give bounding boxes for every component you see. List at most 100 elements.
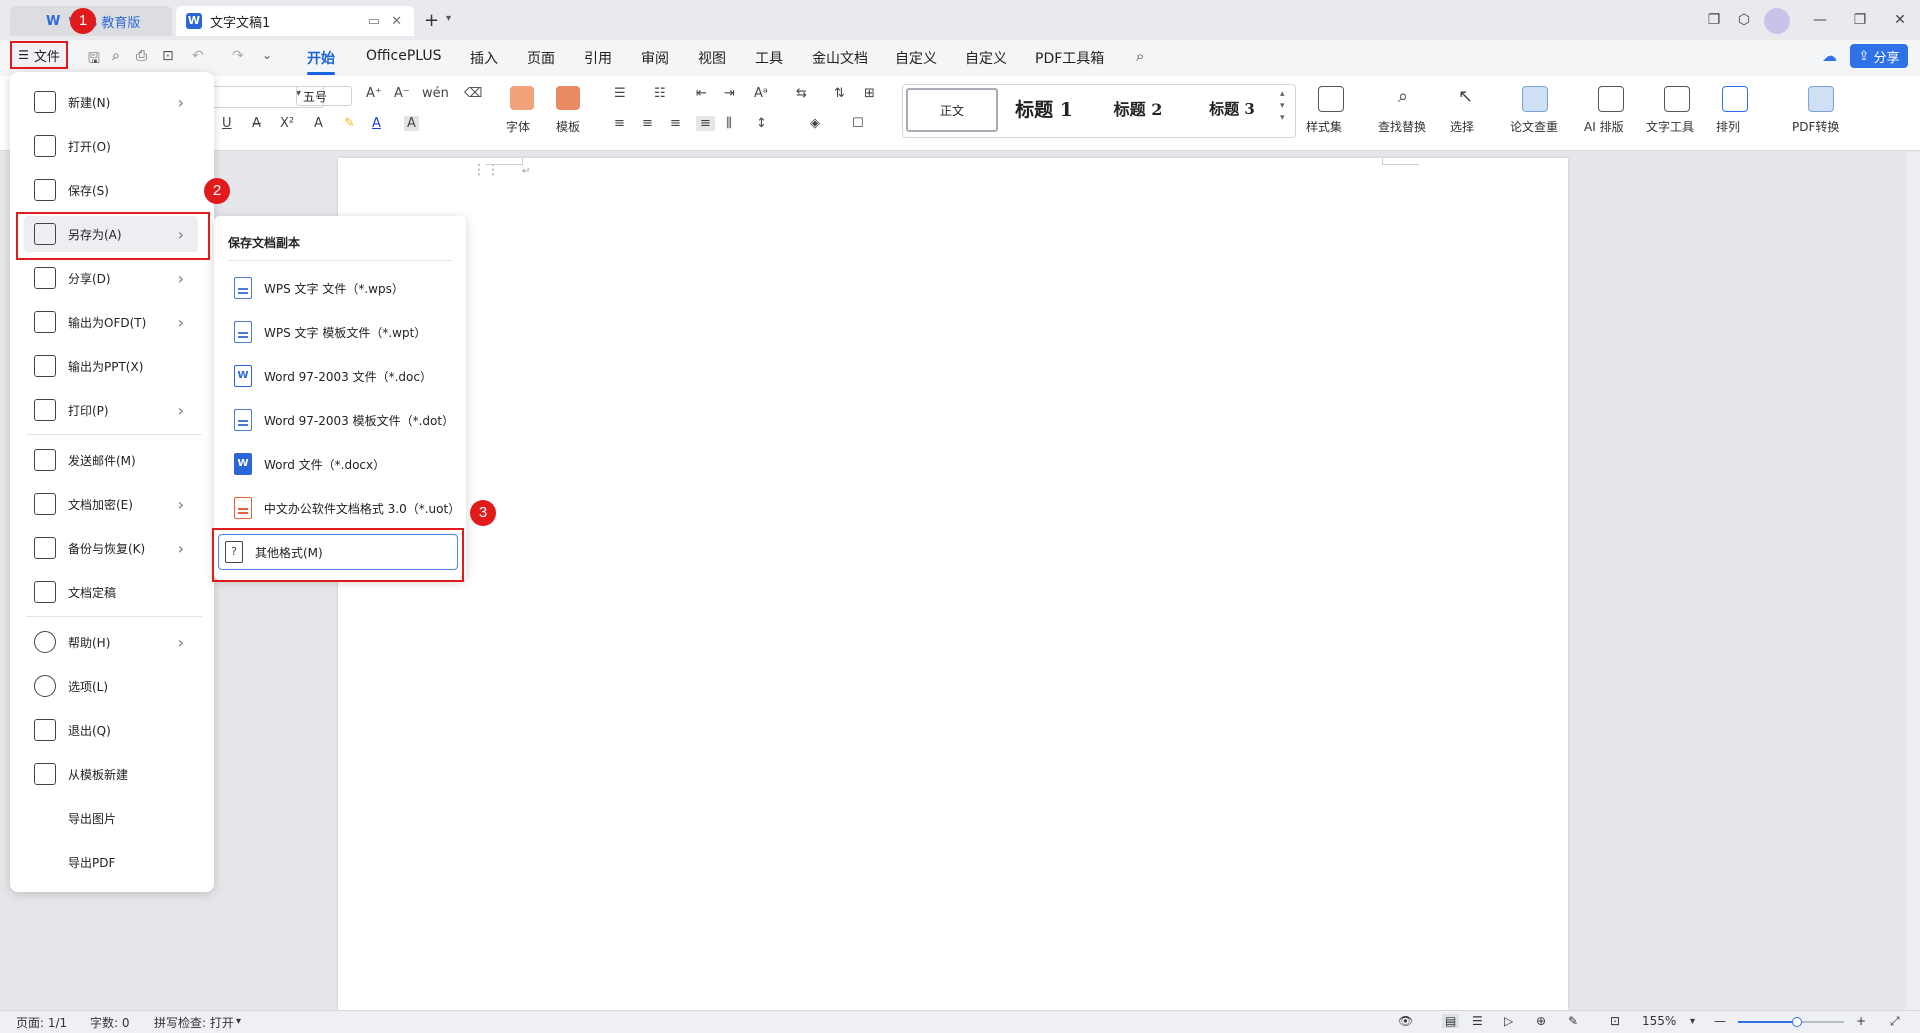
style-scroll-icon[interactable]: ▴ ▾ ▾ bbox=[1280, 88, 1285, 124]
arrange-label[interactable]: 排列 bbox=[1716, 118, 1740, 135]
cube-icon[interactable]: ⬡ bbox=[1732, 8, 1756, 32]
page-count[interactable]: 页面: 1/1 bbox=[16, 1014, 67, 1031]
style-heading-1[interactable]: 标题 1 bbox=[1000, 88, 1088, 128]
tab-officeplus[interactable]: OfficePLUS bbox=[366, 48, 442, 64]
increase-indent-icon[interactable]: ⇥ bbox=[724, 86, 735, 101]
menu-item-export-pdf[interactable]: 导出PDF bbox=[24, 844, 198, 880]
style-heading-3[interactable]: 标题 3 bbox=[1188, 88, 1276, 128]
tab-start[interactable]: 开始 bbox=[307, 48, 335, 75]
save-as-doc[interactable]: W Word 97-2003 文件（*.doc） bbox=[228, 358, 458, 394]
expand-icon[interactable]: ⤢ bbox=[1890, 1014, 1900, 1029]
show-marks-icon[interactable]: ⊞ bbox=[864, 86, 875, 101]
monitor-icon[interactable]: ▭ bbox=[368, 14, 380, 29]
file-menu-button[interactable]: ☰ 文件 bbox=[10, 41, 68, 69]
find-icon[interactable]: ⌕ bbox=[1398, 86, 1408, 107]
vertical-scrollbar[interactable] bbox=[1906, 152, 1920, 1010]
pdf-convert-label[interactable]: PDF转换 bbox=[1792, 118, 1839, 135]
font-color-icon[interactable]: A bbox=[372, 116, 381, 131]
undo-icon[interactable]: ↶ bbox=[192, 48, 204, 64]
fit-page-icon[interactable]: ⊡ bbox=[1610, 1014, 1620, 1028]
tab-custom-2[interactable]: 自定义 bbox=[965, 48, 1007, 68]
text-effect-icon[interactable]: A bbox=[314, 116, 323, 131]
outline-view-icon[interactable]: ☰ bbox=[1472, 1014, 1483, 1028]
search-icon[interactable]: ⌕ bbox=[1136, 47, 1144, 65]
pen-icon[interactable]: ✎ bbox=[1568, 1014, 1578, 1028]
text-tools-icon[interactable] bbox=[1664, 86, 1690, 112]
text-tools-label[interactable]: 文字工具 bbox=[1646, 118, 1694, 135]
find-replace-label[interactable]: 查找替换 bbox=[1378, 118, 1426, 135]
spell-check-chevron-icon[interactable]: ▾ bbox=[236, 1016, 241, 1027]
phonetic-icon[interactable]: wén bbox=[422, 86, 449, 101]
save-as-wpt[interactable]: WPS 文字 模板文件（*.wpt） bbox=[228, 314, 458, 350]
menu-item-export-image[interactable]: 导出图片 bbox=[24, 800, 198, 836]
spell-check[interactable]: 拼写检查: 打开 bbox=[154, 1014, 234, 1031]
tab-kingsoft-docs[interactable]: 金山文档 bbox=[812, 48, 868, 68]
bullet-list-icon[interactable]: ☰ bbox=[614, 86, 626, 101]
char-shading-icon[interactable]: A bbox=[404, 116, 419, 131]
zoom-in-icon[interactable]: + bbox=[1856, 1014, 1866, 1028]
font-size-select[interactable]: 五号 bbox=[296, 86, 352, 106]
style-set-icon[interactable] bbox=[1318, 86, 1344, 112]
swap-icon[interactable]: ⇆ bbox=[796, 86, 807, 101]
zoom-out-icon[interactable]: — bbox=[1714, 1014, 1726, 1028]
menu-item-open[interactable]: 打开(O) bbox=[24, 128, 198, 164]
align-right-icon[interactable]: ≡ bbox=[670, 116, 681, 131]
ai-layout-label[interactable]: AI 排版 bbox=[1584, 118, 1624, 135]
tab-view[interactable]: 视图 bbox=[698, 48, 726, 68]
select-cursor-icon[interactable]: ↖ bbox=[1458, 86, 1473, 107]
menu-item-save[interactable]: 保存(S) bbox=[24, 172, 198, 208]
cloud-upload-icon[interactable]: ☁ bbox=[1822, 47, 1837, 65]
shading-icon[interactable]: ◈ bbox=[810, 116, 820, 131]
print-icon[interactable]: ⎙ bbox=[136, 48, 147, 64]
numbered-list-icon[interactable]: ☷ bbox=[654, 86, 666, 101]
menu-item-new-from-template[interactable]: 从模板新建 bbox=[24, 756, 198, 792]
save-as-docx[interactable]: W Word 文件（*.docx） bbox=[228, 446, 458, 482]
distribute-icon[interactable]: ⫼ bbox=[726, 116, 732, 131]
save-as-dot[interactable]: Word 97-2003 模板文件（*.dot） bbox=[228, 402, 458, 438]
brush-icon[interactable]: ⌕ bbox=[112, 48, 120, 64]
document-page[interactable]: ⋮⋮ ↵ bbox=[338, 158, 1568, 1010]
menu-item-send-email[interactable]: 发送邮件(M) bbox=[24, 442, 198, 478]
menu-item-finalize[interactable]: 文档定稿 bbox=[24, 574, 198, 610]
arrange-icon[interactable] bbox=[1722, 86, 1748, 112]
zoom-level[interactable]: 155% bbox=[1642, 1014, 1676, 1028]
highlight-icon[interactable]: ✎ bbox=[344, 116, 355, 131]
tab-insert[interactable]: 插入 bbox=[470, 48, 498, 68]
redo-icon[interactable]: ↷ bbox=[232, 48, 244, 64]
tab-document[interactable]: W 文字文稿1 ▭ ✕ bbox=[176, 6, 414, 36]
shrink-font-icon[interactable]: A⁻ bbox=[394, 86, 410, 101]
superscript-icon[interactable]: X² bbox=[280, 116, 294, 131]
zoom-slider-handle[interactable] bbox=[1792, 1017, 1802, 1027]
plus-icon[interactable]: + bbox=[424, 10, 439, 31]
menu-item-options[interactable]: 选项(L) bbox=[24, 668, 198, 704]
menu-item-export-ppt[interactable]: 输出为PPT(X) bbox=[24, 348, 198, 384]
line-spacing-icon[interactable]: ↕ bbox=[756, 116, 767, 131]
zoom-chevron-icon[interactable]: ▾ bbox=[1690, 1016, 1695, 1027]
minimize-icon[interactable]: — bbox=[1808, 8, 1832, 32]
save-icon[interactable]: 🖫 bbox=[88, 48, 100, 72]
page-view-icon[interactable]: ▤ bbox=[1442, 1014, 1460, 1028]
close-tab-icon[interactable]: ✕ bbox=[391, 14, 402, 29]
sort-icon[interactable]: ⇅ bbox=[834, 86, 845, 101]
decrease-indent-icon[interactable]: ⇤ bbox=[696, 86, 707, 101]
save-as-wps[interactable]: WPS 文字 文件（*.wps） bbox=[228, 270, 458, 306]
print-preview-icon[interactable]: ⊡ bbox=[162, 48, 174, 64]
ai-layout-icon[interactable] bbox=[1598, 86, 1624, 112]
justify-icon[interactable]: ≡ bbox=[696, 116, 715, 131]
paper-check-label[interactable]: 论文查重 bbox=[1510, 118, 1558, 135]
menu-item-share[interactable]: 分享(D) › bbox=[24, 260, 198, 296]
menu-item-encrypt[interactable]: 文档加密(E) › bbox=[24, 486, 198, 522]
close-window-icon[interactable]: ✕ bbox=[1888, 8, 1912, 32]
menu-item-exit[interactable]: 退出(Q) bbox=[24, 712, 198, 748]
grow-font-icon[interactable]: A⁺ bbox=[366, 86, 382, 101]
menu-item-backup[interactable]: 备份与恢复(K) › bbox=[24, 530, 198, 566]
menu-item-help[interactable]: 帮助(H) › bbox=[24, 624, 198, 660]
style-heading-2[interactable]: 标题 2 bbox=[1094, 88, 1182, 128]
border-icon[interactable]: ☐ bbox=[852, 116, 864, 131]
tab-reference[interactable]: 引用 bbox=[584, 48, 612, 68]
web-view-icon[interactable]: ⊕ bbox=[1536, 1014, 1546, 1028]
text-direction-icon[interactable]: Aᵃ bbox=[754, 86, 768, 101]
restore-icon[interactable]: ❐ bbox=[1848, 8, 1872, 32]
font-icon[interactable] bbox=[510, 86, 534, 110]
avatar[interactable] bbox=[1764, 8, 1790, 34]
